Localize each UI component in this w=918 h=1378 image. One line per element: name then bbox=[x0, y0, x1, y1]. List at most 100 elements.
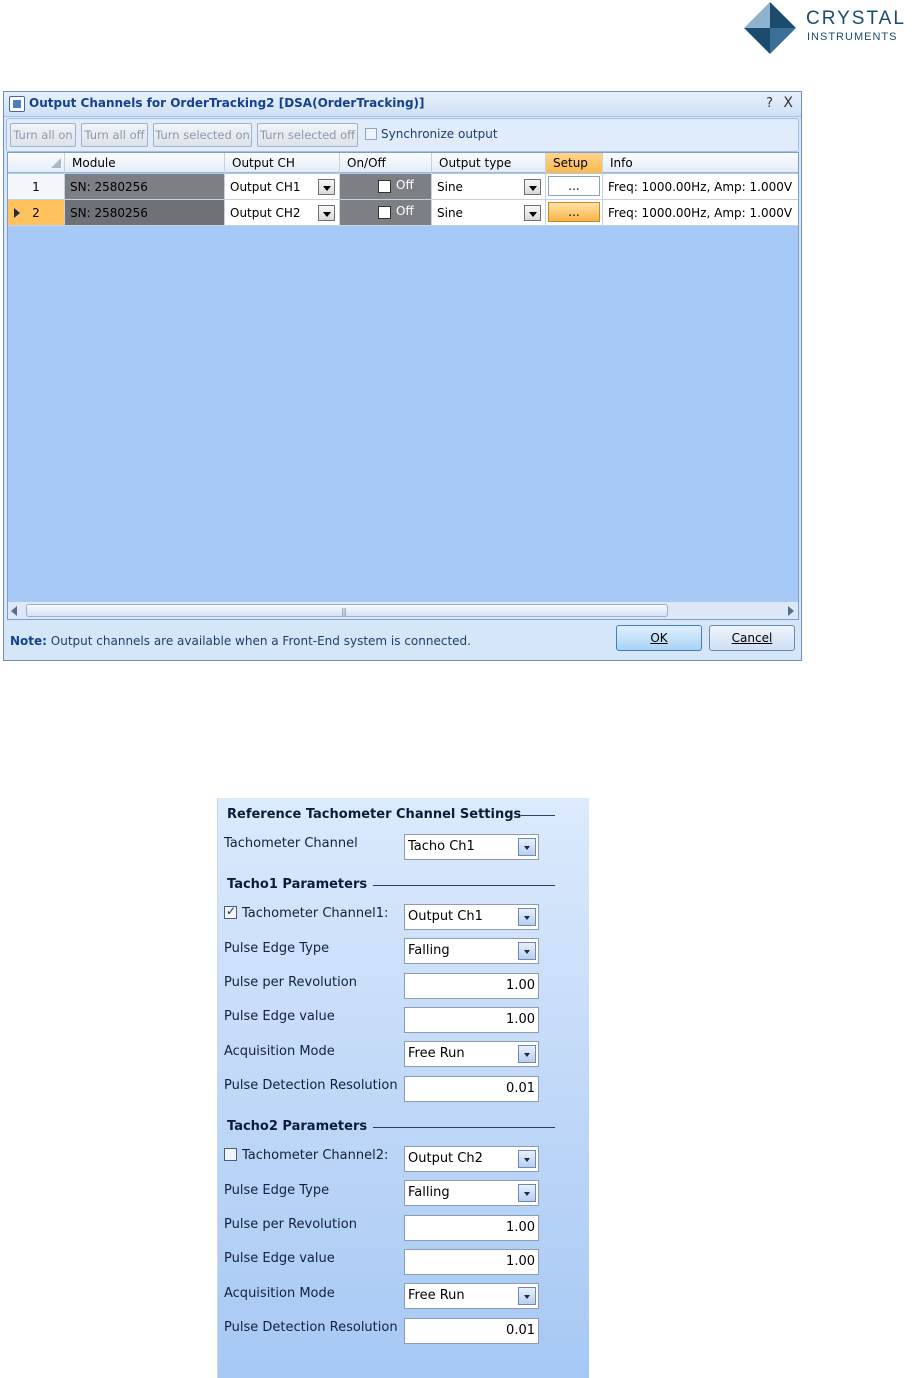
tacho2-resolution-label: Pulse Detection Resolution bbox=[224, 1320, 398, 1335]
tacho2-edge-value-label: Pulse Edge value bbox=[224, 1251, 335, 1266]
tacho2-acquisition-mode-select[interactable]: Free Run bbox=[404, 1283, 539, 1309]
turn-all-on-button[interactable]: Turn all on bbox=[10, 123, 76, 147]
output-channels-dialog: Output Channels for OrderTracking2 [DSA(… bbox=[3, 91, 802, 661]
on-off-checkbox[interactable] bbox=[378, 180, 391, 193]
on-off-label: Off bbox=[396, 178, 414, 192]
module-cell: SN: 2580256 bbox=[65, 174, 225, 200]
tacho1-ppr-label: Pulse per Revolution bbox=[224, 975, 357, 990]
header-module[interactable]: Module bbox=[65, 153, 225, 173]
tacho1-acquisition-mode-select[interactable]: Free Run bbox=[404, 1041, 539, 1067]
checkbox-icon[interactable] bbox=[365, 128, 377, 140]
scroll-right-icon[interactable] bbox=[788, 606, 794, 616]
checkbox-checked-icon[interactable] bbox=[224, 904, 237, 919]
tacho1-resolution-input[interactable]: 0.01 bbox=[404, 1076, 539, 1102]
turn-all-off-button[interactable]: Turn all off bbox=[81, 123, 148, 147]
output-type-value: Sine bbox=[437, 180, 463, 194]
output-ch-select[interactable]: Output CH1 bbox=[225, 174, 340, 200]
cancel-button[interactable]: Cancel bbox=[709, 625, 795, 651]
tacho2-channel-checkbox[interactable]: Tachometer Channel2: bbox=[224, 1148, 388, 1163]
row-number-text: 2 bbox=[32, 206, 40, 220]
header-corner[interactable] bbox=[8, 153, 65, 173]
header-setup[interactable]: Setup bbox=[546, 153, 603, 173]
dropdown-arrow-icon[interactable] bbox=[524, 205, 541, 221]
dropdown-arrow-icon[interactable] bbox=[318, 179, 335, 195]
tacho1-channel-checkbox[interactable]: Tachometer Channel1: bbox=[224, 904, 389, 921]
tacho2-channel-select[interactable]: Output Ch2 bbox=[404, 1146, 539, 1172]
output-type-select[interactable]: Sine bbox=[432, 174, 546, 200]
section-divider bbox=[373, 885, 555, 886]
dropdown-arrow-icon[interactable] bbox=[518, 1184, 536, 1202]
header-output-type[interactable]: Output type bbox=[432, 153, 546, 173]
dialog-title: Output Channels for OrderTracking2 [DSA(… bbox=[29, 96, 425, 110]
tacho1-section-title: Tacho1 Parameters bbox=[227, 877, 368, 892]
on-off-cell[interactable]: Off bbox=[340, 200, 432, 226]
select-all-icon bbox=[51, 158, 61, 168]
header-output-ch[interactable]: Output CH bbox=[225, 153, 340, 173]
output-type-select[interactable]: Sine bbox=[432, 200, 546, 226]
tacho1-channel-value: Output Ch1 bbox=[408, 909, 483, 924]
turn-selected-on-button[interactable]: Turn selected on bbox=[153, 123, 252, 147]
setup-button[interactable]: ... bbox=[548, 176, 600, 196]
tacho2-acquisition-mode-label: Acquisition Mode bbox=[224, 1286, 335, 1301]
setup-button[interactable]: ... bbox=[548, 202, 600, 222]
tacho1-channel-label: Tachometer Channel1: bbox=[242, 906, 389, 921]
dialog-toolbar: Turn all on Turn all off Turn selected o… bbox=[6, 118, 799, 152]
dropdown-arrow-icon[interactable] bbox=[518, 1287, 536, 1305]
on-off-cell[interactable]: Off bbox=[340, 174, 432, 200]
output-ch-value: Output CH2 bbox=[230, 206, 301, 220]
tacho2-edge-type-select[interactable]: Falling bbox=[404, 1180, 539, 1206]
logo-diamond-icon bbox=[744, 2, 796, 54]
on-off-checkbox[interactable] bbox=[378, 206, 391, 219]
dropdown-arrow-icon[interactable] bbox=[518, 908, 536, 926]
note-message: Output channels are available when a Fro… bbox=[46, 634, 471, 648]
info-cell: Freq: 1000.00Hz, Amp: 1.000V bbox=[603, 200, 798, 226]
tacho2-edge-type-value: Falling bbox=[408, 1185, 450, 1200]
tacho2-edge-type-label: Pulse Edge Type bbox=[224, 1183, 330, 1198]
dialog-titlebar: Output Channels for OrderTracking2 [DSA(… bbox=[4, 92, 801, 117]
tacho1-edge-value-label: Pulse Edge value bbox=[224, 1009, 335, 1024]
row-number[interactable]: 2 bbox=[8, 200, 65, 226]
row-number[interactable]: 1 bbox=[8, 174, 65, 200]
note-text: Note: Output channels are available when… bbox=[10, 634, 471, 648]
tacho1-edge-type-select[interactable]: Falling bbox=[404, 938, 539, 964]
tacho2-resolution-input[interactable]: 0.01 bbox=[404, 1318, 539, 1344]
tacho1-resolution-label: Pulse Detection Resolution bbox=[224, 1078, 398, 1093]
help-button[interactable]: ? bbox=[766, 96, 773, 111]
tacho1-channel-select[interactable]: Output Ch1 bbox=[404, 904, 539, 930]
section-divider bbox=[521, 815, 555, 816]
window-icon bbox=[9, 96, 25, 112]
synchronize-output-checkbox[interactable]: Synchronize output bbox=[365, 127, 498, 141]
table-row[interactable]: 1 SN: 2580256 Output CH1 Off Sine ... Fr… bbox=[8, 174, 798, 200]
tacho1-edge-value-input[interactable]: 1.00 bbox=[404, 1007, 539, 1033]
dropdown-arrow-icon[interactable] bbox=[524, 179, 541, 195]
scroll-left-icon[interactable] bbox=[11, 606, 17, 616]
tacho2-edge-value-input[interactable]: 1.00 bbox=[404, 1249, 539, 1275]
dropdown-arrow-icon[interactable] bbox=[318, 205, 335, 221]
dropdown-arrow-icon[interactable] bbox=[518, 942, 536, 960]
tacho2-section-title: Tacho2 Parameters bbox=[227, 1119, 368, 1134]
output-channels-grid: Module Output CH On/Off Output type Setu… bbox=[7, 152, 799, 620]
close-button[interactable]: X bbox=[783, 95, 793, 111]
dropdown-arrow-icon[interactable] bbox=[518, 1150, 536, 1168]
tacho2-ppr-input[interactable]: 1.00 bbox=[404, 1215, 539, 1241]
tacho1-ppr-input[interactable]: 1.00 bbox=[404, 973, 539, 999]
scrollbar-thumb[interactable]: ||| bbox=[26, 604, 668, 617]
on-off-label: Off bbox=[396, 204, 414, 218]
dropdown-arrow-icon[interactable] bbox=[518, 838, 536, 856]
setup-cell: ... bbox=[546, 200, 603, 226]
turn-selected-off-button[interactable]: Turn selected off bbox=[257, 123, 358, 147]
module-cell: SN: 2580256 bbox=[65, 200, 225, 226]
setup-cell: ... bbox=[546, 174, 603, 200]
horizontal-scrollbar[interactable]: ||| bbox=[8, 601, 798, 619]
checkbox-icon[interactable] bbox=[224, 1148, 237, 1161]
dropdown-arrow-icon[interactable] bbox=[518, 1045, 536, 1063]
info-cell: Freq: 1000.00Hz, Amp: 1.000V bbox=[603, 174, 798, 200]
header-on-off[interactable]: On/Off bbox=[340, 153, 432, 173]
tacho-channel-select[interactable]: Tacho Ch1 bbox=[404, 834, 539, 860]
output-ch-select[interactable]: Output CH2 bbox=[225, 200, 340, 226]
header-info[interactable]: Info bbox=[603, 153, 798, 173]
table-row-selected[interactable]: 2 SN: 2580256 Output CH2 Off Sine ... Fr… bbox=[8, 200, 798, 226]
crystal-instruments-logo: CRYSTAL INSTRUMENTS bbox=[740, 0, 918, 56]
ok-button[interactable]: OK bbox=[616, 625, 702, 651]
tacho1-edge-type-value: Falling bbox=[408, 943, 450, 958]
